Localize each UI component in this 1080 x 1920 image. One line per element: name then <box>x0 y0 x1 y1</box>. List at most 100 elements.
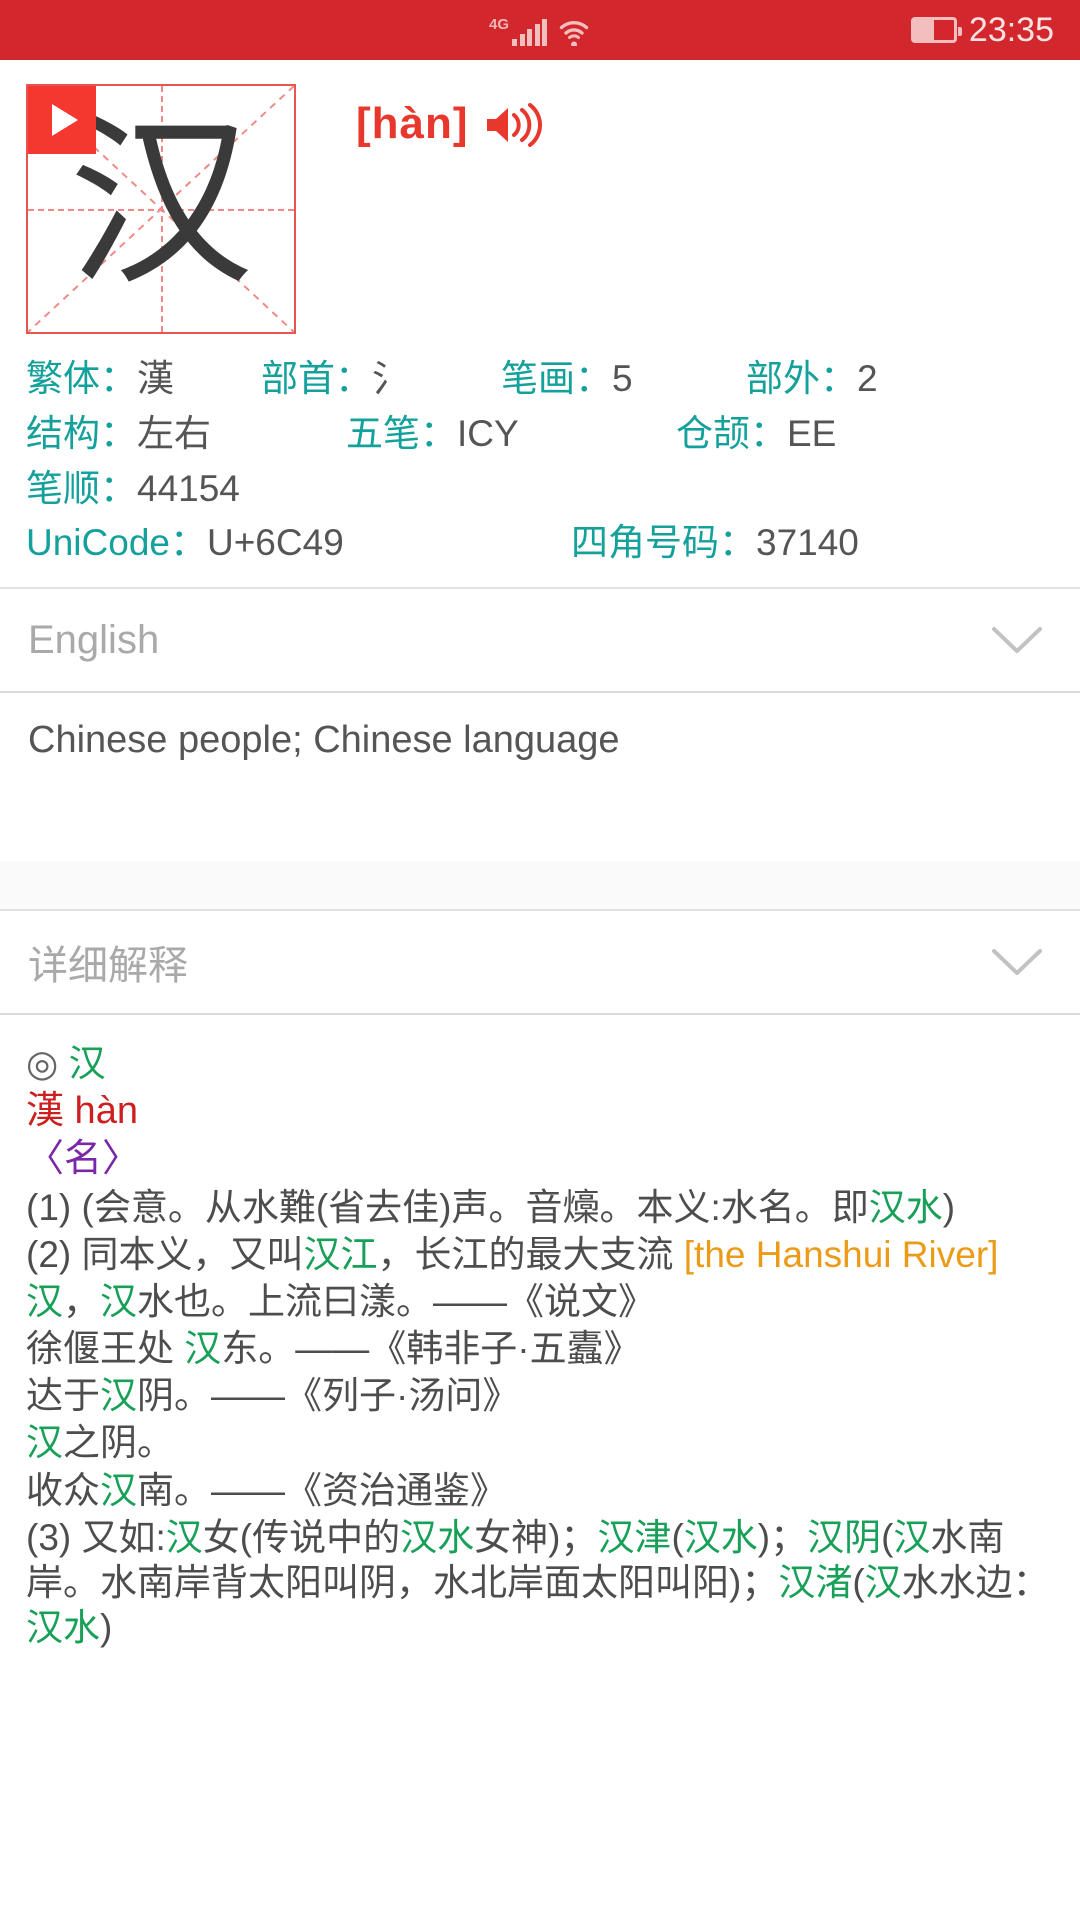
info-traditional: 繁体： 漢 <box>26 352 261 407</box>
signal-bars-icon <box>512 19 547 46</box>
quote3-highlight-1[interactable]: 汉 <box>100 1375 137 1416</box>
def3-text-3: 女神)； <box>474 1516 598 1558</box>
info-row-2: 结构： 左右 五笔： ICY 仓颉： EE <box>26 407 1054 462</box>
status-bar-right: 23:35 <box>910 11 1054 49</box>
quote-line-3: 达于汉阴。——《列子·汤问》 <box>26 1373 1054 1418</box>
wubi-value: ICY <box>457 412 519 454</box>
def3-text-2: 女(传说中的 <box>202 1516 401 1558</box>
quote1-highlight-2[interactable]: 汉 <box>100 1281 137 1322</box>
detail-part-of-speech: 〈名〉 <box>26 1138 141 1181</box>
detail-section-title: 详细解释 <box>28 944 188 988</box>
detail-section-body: ◎ 汉 漢 hàn 〈名〉 (1) (会意。从水難(省去佳)声。音燺。本义:水名… <box>0 1015 1080 1650</box>
def3-highlight-9[interactable]: 汉水 <box>26 1607 100 1648</box>
info-row-1: 繁体： 漢 部首： 氵 笔画： 5 部外： 2 <box>26 352 1054 407</box>
quote5-text-1: 收众 <box>26 1469 100 1511</box>
battery-icon <box>910 17 962 43</box>
detail-head-line: ◎ 汉 <box>26 1041 1054 1086</box>
quote-line-1: 汉，汉水也。上流曰漾。——《说文》 <box>26 1279 1054 1324</box>
def3-text-1: 又如: <box>81 1516 166 1558</box>
info-unicode: UniCode： U+6C49 <box>26 516 571 571</box>
quote5-highlight-1[interactable]: 汉 <box>100 1470 137 1511</box>
info-stroke-order: 笔顺： 44154 <box>26 462 240 517</box>
four-corner-label: 四角号码： <box>571 522 756 564</box>
strokes-value: 5 <box>612 358 633 399</box>
def2-number: (2) <box>26 1233 82 1275</box>
def3-number: (3) <box>26 1516 82 1558</box>
english-definition-text: Chinese people; Chinese language <box>28 719 620 761</box>
def3-highlight-5[interactable]: 汉阴 <box>807 1517 881 1558</box>
detail-traditional-pinyin: 漢 hàn <box>26 1090 138 1133</box>
section-header-english[interactable]: English <box>0 587 1080 693</box>
unicode-value: U+6C49 <box>206 522 344 564</box>
info-four-corner: 四角号码： 37140 <box>571 516 859 571</box>
cangjie-label: 仓颉： <box>676 412 787 454</box>
traditional-label: 繁体： <box>26 358 137 399</box>
def3-text-5: )； <box>757 1516 808 1558</box>
def3-highlight-4[interactable]: 汉水 <box>684 1517 758 1558</box>
def3-highlight-3[interactable]: 汉津 <box>597 1517 671 1558</box>
radical-label: 部首： <box>261 358 372 399</box>
chevron-down-icon[interactable] <box>990 945 1044 979</box>
def3-text-10: ) <box>100 1606 113 1648</box>
def1-pre-text: (会意。从水難(省去佳)声。音燺。本义:水名。即 <box>81 1186 869 1228</box>
def2-highlight[interactable]: 汉江 <box>304 1234 378 1275</box>
status-bar: 4G 23:35 <box>0 0 1080 60</box>
quote1-text-2: 水也。上流曰漾。——《说文》 <box>137 1281 655 1323</box>
english-section-title: English <box>28 617 160 662</box>
speaker-icon[interactable] <box>483 102 545 148</box>
structure-value: 左右 <box>137 412 211 454</box>
play-icon[interactable] <box>28 86 96 154</box>
quote5-text-2: 南。——《资治通鉴》 <box>137 1469 507 1511</box>
outer-value: 2 <box>857 358 878 399</box>
unicode-label: UniCode： <box>26 522 207 564</box>
def3-text-6: ( <box>881 1516 894 1558</box>
network-indicator: 4G <box>488 16 547 46</box>
quote4-text-1: 之阴。 <box>63 1422 174 1464</box>
quote2-text-1: 徐偃王处 <box>26 1328 185 1370</box>
quote1-text-1: ， <box>63 1281 100 1323</box>
definition-3: (3) 又如:汉女(传说中的汉水女神)；汉津(汉水)；汉阴(汉水南岸。水南岸背太… <box>26 1515 1054 1650</box>
quote3-text-1: 达于 <box>26 1375 100 1417</box>
character-header: 汉 [hàn] <box>0 60 1080 334</box>
outer-label: 部外： <box>746 358 857 399</box>
chevron-down-icon[interactable] <box>990 623 1044 657</box>
def3-highlight-2[interactable]: 汉水 <box>400 1517 474 1558</box>
info-strokes: 笔画： 5 <box>501 352 746 407</box>
def3-highlight-6[interactable]: 汉 <box>893 1517 930 1558</box>
radical-value: 氵 <box>372 358 409 399</box>
def3-highlight-7[interactable]: 汉渚 <box>778 1562 852 1603</box>
def3-highlight-1[interactable]: 汉 <box>166 1517 203 1558</box>
info-row-3: 笔顺： 44154 <box>26 462 1054 517</box>
strokes-label: 笔画： <box>501 358 612 399</box>
def1-highlight[interactable]: 汉水 <box>869 1187 943 1228</box>
definition-1: (1) (会意。从水難(省去佳)声。音燺。本义:水名。即汉水) <box>26 1185 1054 1230</box>
quote2-highlight-1[interactable]: 汉 <box>184 1328 221 1369</box>
def2-pre-text: 同本义，又叫 <box>81 1233 304 1275</box>
bullet-circle-icon: ◎ <box>26 1043 59 1084</box>
info-structure: 结构： 左右 <box>26 407 346 462</box>
network-type-label: 4G <box>488 16 509 33</box>
status-clock: 23:35 <box>968 11 1054 49</box>
four-corner-value: 37140 <box>756 522 859 564</box>
pinyin-area: [hàn] <box>296 84 545 334</box>
definition-2: (2) 同本义，又叫汉江，长江的最大支流 [the Hanshui River] <box>26 1232 1054 1277</box>
quote-line-5: 收众汉南。——《资治通鉴》 <box>26 1468 1054 1513</box>
info-wubi: 五笔： ICY <box>346 407 676 462</box>
def3-highlight-8[interactable]: 汉 <box>865 1562 902 1603</box>
quote-line-2: 徐偃王处 汉东。——《韩非子·五蠹》 <box>26 1326 1054 1371</box>
english-section-body: Chinese people; Chinese language <box>0 693 1080 861</box>
traditional-value: 漢 <box>137 358 174 399</box>
section-header-detail[interactable]: 详细解释 <box>0 909 1080 1015</box>
def3-text-4: ( <box>671 1516 684 1558</box>
quote-line-4: 汉之阴。 <box>26 1420 1054 1465</box>
wifi-icon <box>557 18 591 46</box>
def1-post-text: ) <box>942 1186 956 1228</box>
def3-text-8: ( <box>852 1561 865 1603</box>
quote2-text-2: 东。——《韩非子·五蠹》 <box>221 1328 641 1370</box>
wubi-label: 五笔： <box>346 412 457 454</box>
def1-number: (1) <box>26 1186 82 1228</box>
quote1-highlight-1[interactable]: 汉 <box>26 1281 63 1322</box>
section-spacer <box>0 861 1080 909</box>
character-info-table: 繁体： 漢 部首： 氵 笔画： 5 部外： 2 结构： 左右 五笔： ICY 仓… <box>0 334 1080 587</box>
quote4-highlight-1[interactable]: 汉 <box>26 1422 63 1463</box>
